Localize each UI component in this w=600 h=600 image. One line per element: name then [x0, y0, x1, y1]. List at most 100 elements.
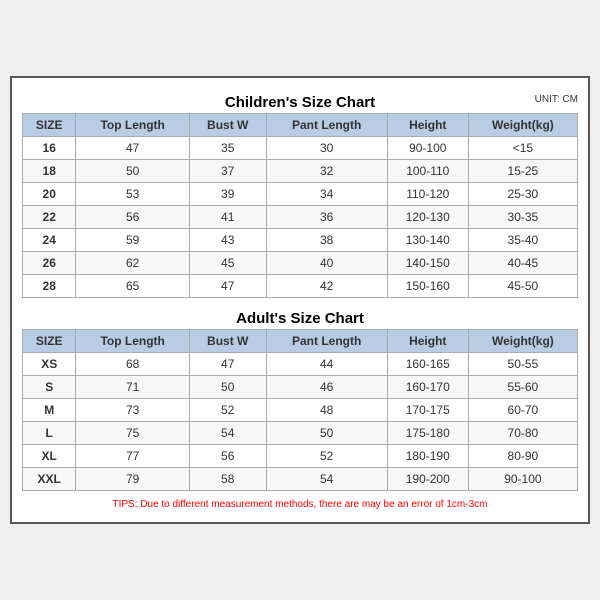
children-size-table: SIZE Top Length Bust W Pant Length Heigh…: [22, 113, 578, 298]
table-cell: L: [23, 422, 76, 445]
table-cell: 120-130: [387, 206, 468, 229]
table-cell: <15: [468, 137, 577, 160]
table-cell: 16: [23, 137, 76, 160]
table-cell: 50-55: [468, 353, 577, 376]
adult-col-pant-length: Pant Length: [266, 330, 387, 353]
table-row: L755450175-18070-80: [23, 422, 578, 445]
table-cell: 80-90: [468, 445, 577, 468]
children-table-body: 1647353090-100<1518503732100-11015-25205…: [23, 137, 578, 298]
table-cell: 90-100: [468, 468, 577, 491]
table-cell: 54: [189, 422, 266, 445]
table-row: S715046160-17055-60: [23, 376, 578, 399]
table-cell: 55-60: [468, 376, 577, 399]
table-row: 26624540140-15040-45: [23, 252, 578, 275]
adult-col-size: SIZE: [23, 330, 76, 353]
table-cell: 190-200: [387, 468, 468, 491]
table-cell: 20: [23, 183, 76, 206]
children-col-pant-length: Pant Length: [266, 114, 387, 137]
table-cell: 26: [23, 252, 76, 275]
table-row: 1647353090-100<15: [23, 137, 578, 160]
table-cell: 41: [189, 206, 266, 229]
table-row: 18503732100-11015-25: [23, 160, 578, 183]
adult-col-height: Height: [387, 330, 468, 353]
table-cell: XS: [23, 353, 76, 376]
adult-size-table: SIZE Top Length Bust W Pant Length Heigh…: [22, 329, 578, 491]
table-cell: 30: [266, 137, 387, 160]
table-cell: 77: [76, 445, 189, 468]
table-cell: 36: [266, 206, 387, 229]
children-title-text: Children's Size Chart: [225, 94, 375, 111]
table-cell: 38: [266, 229, 387, 252]
table-row: XS684744160-16550-55: [23, 353, 578, 376]
table-row: 28654742150-16045-50: [23, 275, 578, 298]
table-cell: 50: [266, 422, 387, 445]
table-cell: 45-50: [468, 275, 577, 298]
table-cell: 47: [76, 137, 189, 160]
table-cell: 43: [189, 229, 266, 252]
table-cell: 62: [76, 252, 189, 275]
children-col-weight: Weight(kg): [468, 114, 577, 137]
table-cell: 42: [266, 275, 387, 298]
table-row: XXL795854190-20090-100: [23, 468, 578, 491]
table-cell: 50: [189, 376, 266, 399]
adult-col-top-length: Top Length: [76, 330, 189, 353]
children-col-bust-w: Bust W: [189, 114, 266, 137]
table-cell: 34: [266, 183, 387, 206]
table-cell: 170-175: [387, 399, 468, 422]
table-cell: M: [23, 399, 76, 422]
table-cell: 28: [23, 275, 76, 298]
table-cell: 56: [76, 206, 189, 229]
table-cell: 175-180: [387, 422, 468, 445]
table-cell: 18: [23, 160, 76, 183]
table-row: 24594338130-14035-40: [23, 229, 578, 252]
children-section-title: Children's Size Chart UNIT: CM: [22, 88, 578, 113]
table-cell: 100-110: [387, 160, 468, 183]
table-cell: 40-45: [468, 252, 577, 275]
table-cell: 53: [76, 183, 189, 206]
table-cell: 45: [189, 252, 266, 275]
table-cell: 90-100: [387, 137, 468, 160]
table-cell: 47: [189, 275, 266, 298]
table-cell: 44: [266, 353, 387, 376]
table-cell: 47: [189, 353, 266, 376]
table-cell: 65: [76, 275, 189, 298]
table-cell: 25-30: [468, 183, 577, 206]
children-col-height: Height: [387, 114, 468, 137]
children-col-size: SIZE: [23, 114, 76, 137]
table-cell: 110-120: [387, 183, 468, 206]
adult-header-row: SIZE Top Length Bust W Pant Length Heigh…: [23, 330, 578, 353]
table-cell: 150-160: [387, 275, 468, 298]
table-cell: 24: [23, 229, 76, 252]
table-cell: 56: [189, 445, 266, 468]
adult-col-weight: Weight(kg): [468, 330, 577, 353]
tips-text: TIPS: Due to different measurement metho…: [22, 497, 578, 512]
table-row: 20533934110-12025-30: [23, 183, 578, 206]
table-cell: S: [23, 376, 76, 399]
table-cell: 70-80: [468, 422, 577, 445]
table-cell: 15-25: [468, 160, 577, 183]
size-chart-container: Children's Size Chart UNIT: CM SIZE Top …: [10, 76, 590, 524]
table-cell: 140-150: [387, 252, 468, 275]
table-cell: 48: [266, 399, 387, 422]
adult-section-title: Adult's Size Chart: [22, 304, 578, 329]
children-col-top-length: Top Length: [76, 114, 189, 137]
table-row: 22564136120-13030-35: [23, 206, 578, 229]
adult-title-text: Adult's Size Chart: [236, 310, 364, 327]
table-cell: 79: [76, 468, 189, 491]
table-cell: 52: [266, 445, 387, 468]
table-cell: 30-35: [468, 206, 577, 229]
table-cell: 58: [189, 468, 266, 491]
table-cell: 130-140: [387, 229, 468, 252]
children-header-row: SIZE Top Length Bust W Pant Length Heigh…: [23, 114, 578, 137]
table-row: M735248170-17560-70: [23, 399, 578, 422]
table-cell: 39: [189, 183, 266, 206]
adult-table-body: XS684744160-16550-55S715046160-17055-60M…: [23, 353, 578, 491]
adult-col-bust-w: Bust W: [189, 330, 266, 353]
table-cell: 73: [76, 399, 189, 422]
table-cell: 37: [189, 160, 266, 183]
table-cell: 52: [189, 399, 266, 422]
table-cell: 60-70: [468, 399, 577, 422]
table-cell: 71: [76, 376, 189, 399]
table-cell: 180-190: [387, 445, 468, 468]
table-cell: 160-165: [387, 353, 468, 376]
